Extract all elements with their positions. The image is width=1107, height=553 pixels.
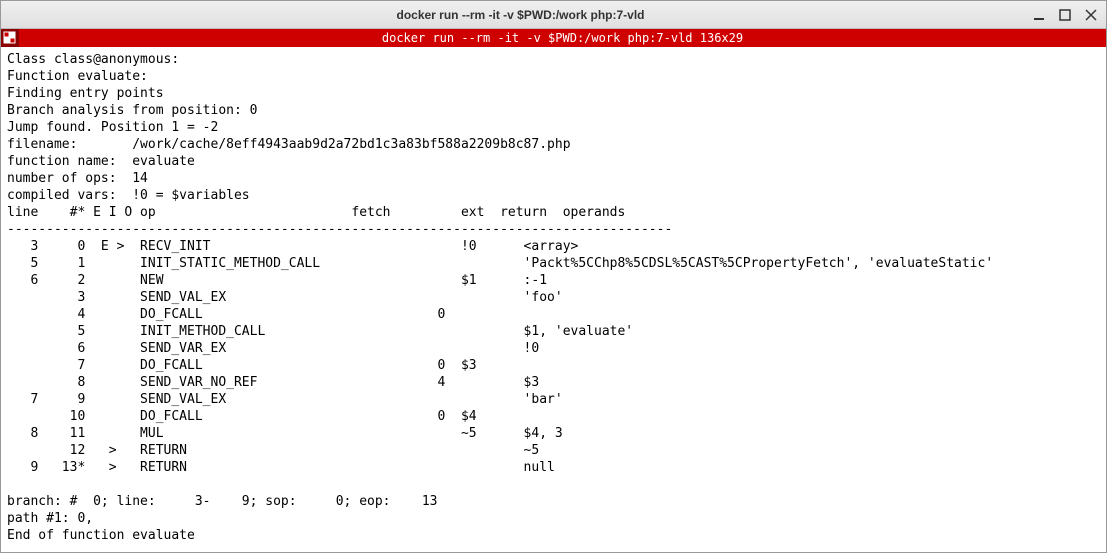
window-controls [1032, 8, 1098, 22]
terminal-app-icon [1, 29, 19, 47]
window-title: docker run --rm -it -v $PWD:/work php:7-… [9, 8, 1032, 22]
terminal-output[interactable]: Class class@anonymous: Function evaluate… [1, 47, 1106, 548]
close-icon [1085, 9, 1097, 21]
minimize-icon [1033, 9, 1045, 21]
terminal-statusbar: docker run --rm -it -v $PWD:/work php:7-… [1, 29, 1106, 47]
window-titlebar: docker run --rm -it -v $PWD:/work php:7-… [1, 1, 1106, 29]
grid-icon [3, 31, 17, 45]
minimize-button[interactable] [1032, 8, 1046, 22]
maximize-icon [1059, 9, 1071, 21]
close-button[interactable] [1084, 8, 1098, 22]
terminal-status-title: docker run --rm -it -v $PWD:/work php:7-… [19, 31, 1106, 45]
maximize-button[interactable] [1058, 8, 1072, 22]
